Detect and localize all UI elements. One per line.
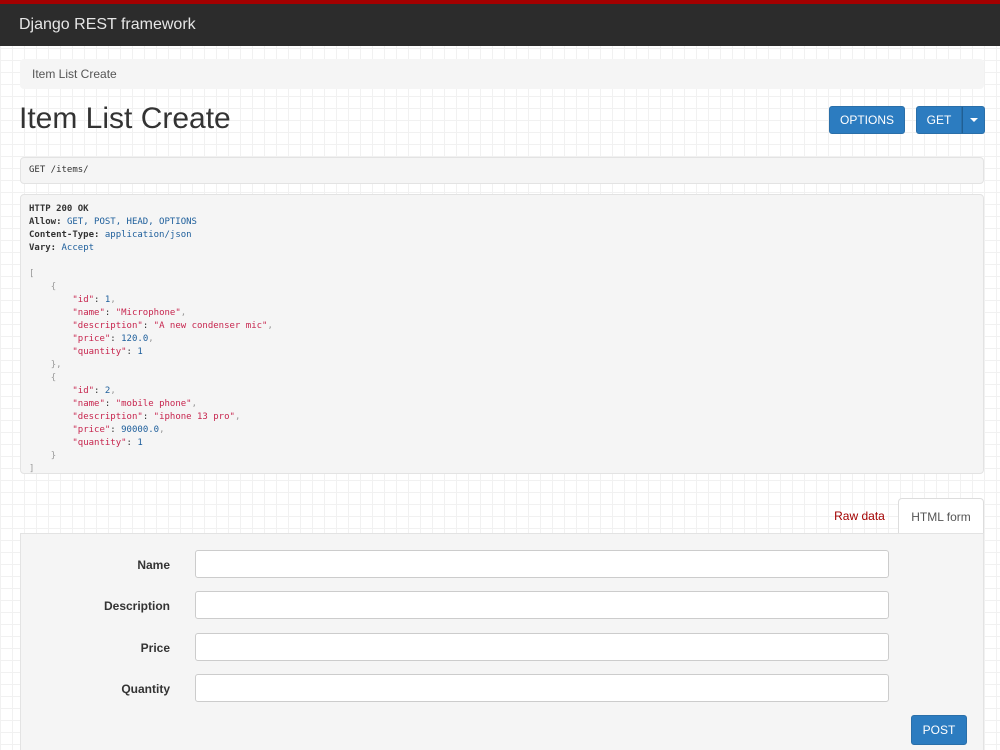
json-punct: : xyxy=(110,334,122,344)
json-punct: ] xyxy=(29,464,35,474)
quantity-input[interactable] xyxy=(195,674,889,702)
json-punct: : xyxy=(94,386,105,396)
price-input[interactable] xyxy=(195,633,889,661)
name-input[interactable] xyxy=(195,550,889,578)
json-punct: : xyxy=(126,347,138,357)
json-key: "quantity" xyxy=(72,347,127,357)
json-punct: , xyxy=(180,308,187,318)
json-value: 120.0 xyxy=(121,334,149,344)
header-value: GET, POST, HEAD, OPTIONS xyxy=(66,217,197,227)
json-key: "price" xyxy=(72,334,111,344)
json-value: "iphone 13 pro" xyxy=(153,412,235,422)
json-key: "price" xyxy=(72,425,111,435)
tab-raw-data[interactable]: Raw data xyxy=(822,498,897,534)
json-key: "description" xyxy=(72,412,143,422)
json-punct: : xyxy=(104,308,116,318)
json-punct: , xyxy=(159,425,165,435)
json-punct: , xyxy=(191,399,197,409)
json-key: "id" xyxy=(72,386,95,396)
breadcrumb-item: Item List Create xyxy=(32,67,117,81)
quantity-label: Quantity xyxy=(121,682,170,696)
json-punct: [ xyxy=(29,269,35,279)
json-value: 90000.0 xyxy=(121,425,160,435)
json-punct: : xyxy=(142,321,154,331)
brand-link[interactable]: Django REST framework xyxy=(19,16,196,34)
json-punct: : xyxy=(110,425,122,435)
header-value: Accept xyxy=(61,243,95,253)
options-button[interactable]: OPTIONS xyxy=(829,106,905,134)
tab-html-form[interactable]: HTML form xyxy=(898,498,984,534)
name-label: Name xyxy=(137,558,170,572)
json-punct: : xyxy=(94,295,105,305)
json-value: 1 xyxy=(137,347,143,357)
request-info: GET /items/ xyxy=(20,157,984,184)
post-button[interactable]: POST xyxy=(911,715,967,745)
price-label: Price xyxy=(140,641,170,655)
json-punct: }, xyxy=(50,360,62,370)
page-title: Item List Create xyxy=(19,102,231,135)
caret-down-icon xyxy=(969,118,978,122)
json-punct: { xyxy=(50,282,57,292)
json-key: "name" xyxy=(72,308,105,318)
description-label: Description xyxy=(103,599,170,613)
json-value: 1 xyxy=(137,438,143,448)
json-punct: : xyxy=(126,438,138,448)
json-punct: , xyxy=(110,386,116,396)
response-status: HTTP 200 OK xyxy=(29,204,89,214)
header-value: application/json xyxy=(104,230,192,240)
response-content: HTTP 200 OK Allow: GET, POST, HEAD, OPTI… xyxy=(20,194,984,474)
json-key: "quantity" xyxy=(72,438,127,448)
header-key: Allow: xyxy=(29,217,62,227)
json-value: "mobile phone" xyxy=(115,399,192,409)
header-key: Content-Type: xyxy=(29,230,100,240)
header-key: Vary: xyxy=(29,243,57,253)
json-key: "description" xyxy=(72,321,143,331)
json-value: "Microphone" xyxy=(115,308,181,318)
json-key: "name" xyxy=(72,399,105,409)
get-button[interactable]: GET xyxy=(916,106,962,134)
json-punct: , xyxy=(148,334,154,344)
json-punct: } xyxy=(50,451,57,461)
description-input[interactable] xyxy=(195,591,889,619)
json-punct: , xyxy=(110,295,116,305)
json-punct: , xyxy=(267,321,273,331)
navbar: Django REST framework xyxy=(0,0,1000,46)
request-line: GET /items/ xyxy=(29,165,89,175)
json-key: "id" xyxy=(72,295,95,305)
json-punct: : xyxy=(142,412,154,422)
json-punct: : xyxy=(104,399,116,409)
json-value: "A new condenser mic" xyxy=(153,321,268,331)
get-format-dropdown-button[interactable] xyxy=(962,106,985,134)
json-punct: { xyxy=(50,373,57,383)
breadcrumb: Item List Create xyxy=(20,59,984,89)
json-punct: , xyxy=(234,412,241,422)
